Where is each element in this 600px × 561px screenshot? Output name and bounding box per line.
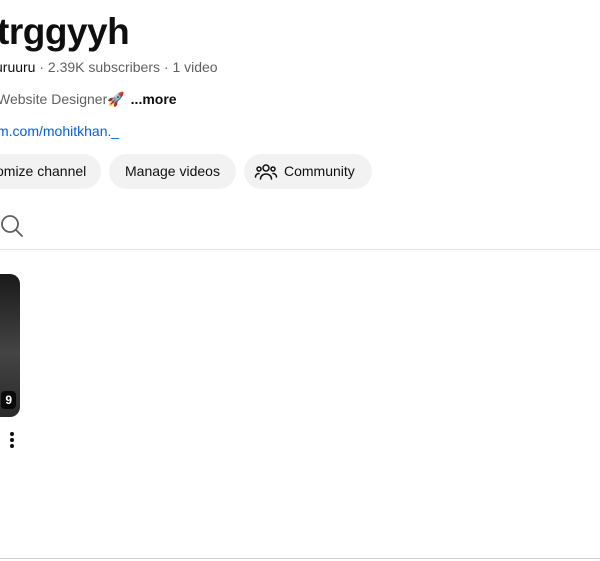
video-thumbnail[interactable]: 9 xyxy=(0,274,20,417)
more-link[interactable]: ...more xyxy=(131,91,177,107)
people-icon xyxy=(254,163,278,180)
community-button[interactable]: Community xyxy=(244,154,372,189)
customize-channel-button[interactable]: omize channel xyxy=(0,154,101,189)
tabs-divider xyxy=(0,249,600,250)
meta-separator: · xyxy=(159,59,173,75)
channel-meta: uruuru · 2.39K subscribers · 1 video xyxy=(0,58,218,76)
video-duration-badge: 9 xyxy=(1,391,16,409)
channel-link[interactable]: m.com/mohitkhan._ xyxy=(0,122,119,140)
channel-handle[interactable]: uruuru xyxy=(0,59,35,75)
community-label: Community xyxy=(284,163,355,179)
channel-page: trggyyh uruuru · 2.39K subscribers · 1 v… xyxy=(0,0,600,561)
bottom-divider xyxy=(0,558,600,559)
meta-separator: · xyxy=(35,59,48,75)
description-text: Website Designer🚀 xyxy=(0,91,125,107)
manage-videos-button[interactable]: Manage videos xyxy=(109,154,236,189)
video-count: 1 video xyxy=(172,59,218,75)
channel-description[interactable]: Website Designer🚀 ...more xyxy=(0,90,177,108)
subscriber-count: 2.39K subscribers xyxy=(47,59,160,75)
search-icon[interactable] xyxy=(0,214,24,238)
kebab-menu-icon[interactable] xyxy=(4,432,20,452)
channel-title: trggyyh xyxy=(0,11,130,52)
